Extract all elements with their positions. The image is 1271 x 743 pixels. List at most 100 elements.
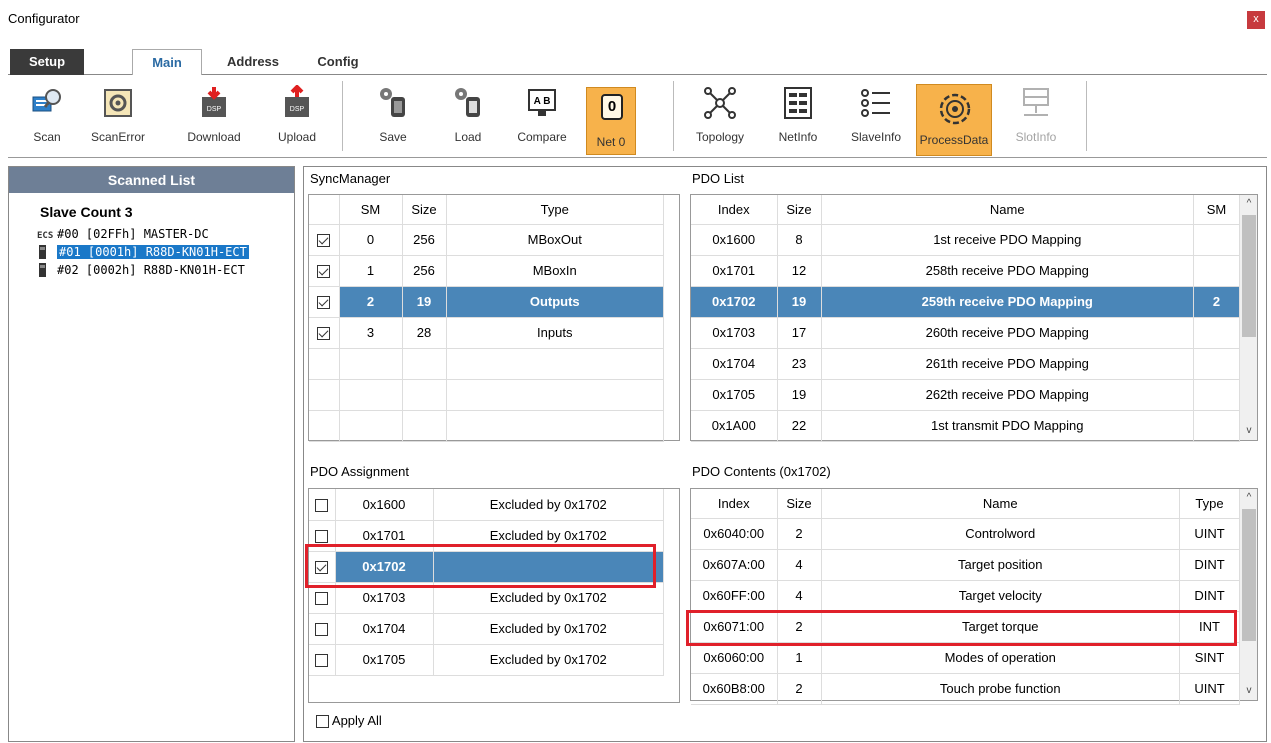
drive-icon (37, 245, 51, 259)
sm-checkbox[interactable] (317, 296, 331, 310)
empty-row (309, 379, 664, 411)
column-header: Size (402, 195, 447, 225)
index-cell: 0x1600 (335, 489, 434, 521)
tree-item-master[interactable]: ECS #00 [02FFh] MASTER-DC (33, 225, 249, 243)
size-cell: 17 (777, 317, 822, 349)
netinfo-button[interactable]: NetInfo (768, 79, 828, 151)
download-button[interactable]: DSP Download (174, 79, 254, 151)
slotinfo-icon (1023, 88, 1049, 116)
slaveinfo-button[interactable]: SlaveInfo (841, 79, 911, 151)
scan-button[interactable]: Scan (24, 79, 70, 151)
column-header: Index (691, 195, 778, 225)
name-cell: 1st receive PDO Mapping (821, 224, 1194, 256)
pdo-assignment-grid: 0x1600 Excluded by 0x1702 0x1701 Excluded … (308, 488, 680, 703)
index-cell: 0x1704 (691, 348, 778, 380)
table-row[interactable]: 0x6040:00 2 Controlword UINT (691, 518, 1240, 550)
table-row[interactable]: 0x1A00 22 1st transmit PDO Mapping (691, 410, 1240, 442)
close-button[interactable]: x (1247, 11, 1265, 29)
index-cell: 0x1703 (691, 317, 778, 349)
sm-checkbox[interactable] (317, 234, 331, 248)
empty-row (309, 348, 664, 380)
size-cell: 2 (777, 518, 822, 550)
assign-checkbox[interactable] (315, 530, 329, 544)
table-header: SM Size Type (309, 195, 664, 225)
assign-checkbox[interactable] (315, 623, 329, 637)
table-row[interactable]: 0x607A:00 4 Target position DINT (691, 549, 1240, 581)
size-cell: 28 (402, 317, 447, 349)
scroll-thumb[interactable] (1242, 215, 1256, 337)
tab-address[interactable]: Address (213, 49, 293, 75)
upload-button[interactable]: DSP Upload (264, 79, 330, 151)
table-row[interactable]: 0x1600 Excluded by 0x1702 (309, 489, 664, 521)
apply-all-checkbox[interactable]: Apply All (316, 713, 382, 729)
net-selector-button[interactable]: 0 Net 0 (586, 87, 636, 155)
pdo-contents-scrollbar[interactable]: ^ v (1239, 489, 1257, 700)
size-cell: 8 (777, 224, 822, 256)
scroll-up-icon[interactable]: ^ (1240, 195, 1258, 213)
table-row-selected[interactable]: 2 19 Outputs (309, 286, 664, 318)
type-cell: UINT (1179, 673, 1240, 705)
download-dsp-badge: DSP (207, 106, 222, 113)
save-button[interactable]: Save (363, 79, 423, 151)
table-row[interactable]: 0x60B8:00 2 Touch probe function UINT (691, 673, 1240, 705)
sm-checkbox[interactable] (317, 265, 331, 279)
type-cell: UINT (1179, 518, 1240, 550)
name-cell: Target position (821, 549, 1180, 581)
type-cell: MBoxIn (446, 255, 664, 287)
table-row[interactable]: 0x1701 12 258th receive PDO Mapping (691, 255, 1240, 287)
tab-main[interactable]: Main (132, 49, 202, 75)
sm-cell (1193, 410, 1240, 442)
title-bar: Configurator x (0, 0, 1271, 38)
topology-button[interactable]: Topology (688, 79, 752, 151)
table-row[interactable]: 0x1705 Excluded by 0x1702 (309, 644, 664, 676)
processdata-button[interactable]: ProcessData (916, 84, 992, 156)
compare-button[interactable]: A B Compare (502, 79, 582, 151)
column-header: Name (821, 195, 1194, 225)
ribbon-tabs: Setup Main Address Config (8, 47, 1267, 75)
apply-all-box[interactable] (316, 715, 329, 729)
table-row[interactable]: 1 256 MBoxIn (309, 255, 664, 287)
tree-item-slave-02[interactable]: #02 [0002h] R88D-KN01H-ECT (33, 261, 249, 279)
index-cell: 0x6060:00 (691, 642, 778, 674)
slave-tree: ECS #00 [02FFh] MASTER-DC #01 [0001h] R8… (33, 225, 249, 279)
scroll-up-icon[interactable]: ^ (1240, 489, 1258, 507)
table-row[interactable]: 3 28 Inputs (309, 317, 664, 349)
index-cell: 0x607A:00 (691, 549, 778, 581)
tab-setup[interactable]: Setup (10, 49, 84, 75)
column-header: Size (777, 489, 822, 519)
slotinfo-button[interactable]: SlotInfo (1003, 79, 1069, 151)
table-row[interactable]: 0 256 MBoxOut (309, 224, 664, 256)
table-row[interactable]: 0x1704 23 261th receive PDO Mapping (691, 348, 1240, 380)
table-row[interactable]: 0x1600 8 1st receive PDO Mapping (691, 224, 1240, 256)
name-cell: Controlword (821, 518, 1180, 550)
assign-checkbox[interactable] (315, 498, 329, 512)
scan-error-button[interactable]: ScanError (78, 79, 158, 151)
assign-checkbox[interactable] (315, 654, 329, 668)
upload-dsp-badge: DSP (290, 106, 305, 113)
sm-checkbox[interactable] (317, 327, 331, 341)
scroll-down-icon[interactable]: v (1240, 422, 1258, 440)
table-row[interactable]: 0x1703 17 260th receive PDO Mapping (691, 317, 1240, 349)
index-cell: 0x60B8:00 (691, 673, 778, 705)
table-row[interactable]: 0x1705 19 262th receive PDO Mapping (691, 379, 1240, 411)
processdata-label: ProcessData (919, 133, 989, 147)
load-button[interactable]: Load (438, 79, 498, 151)
netinfo-icon (784, 87, 812, 119)
tree-item-slave-01[interactable]: #01 [0001h] R88D-KN01H-ECT (33, 243, 249, 261)
scroll-thumb[interactable] (1242, 509, 1256, 641)
syncmanager-grid: SM Size Type 0 256 MBoxOut 1 256 MBoxIn … (308, 194, 680, 442)
tree-item-label: #00 [02FFh] MASTER-DC (57, 227, 209, 241)
tab-config[interactable]: Config (303, 49, 373, 75)
tab-main-label: Main (152, 55, 182, 70)
table-row-selected[interactable]: 0x1702 19 259th receive PDO Mapping 2 (691, 286, 1240, 318)
scroll-down-icon[interactable]: v (1240, 682, 1258, 700)
table-row[interactable]: 0x1704 Excluded by 0x1702 (309, 613, 664, 645)
table-row[interactable]: 0x60FF:00 4 Target velocity DINT (691, 580, 1240, 612)
size-cell: 256 (402, 255, 447, 287)
table-row[interactable]: 0x6060:00 1 Modes of operation SINT (691, 642, 1240, 674)
highlight-box (305, 544, 656, 588)
assign-checkbox[interactable] (315, 592, 329, 606)
pdo-list-scrollbar[interactable]: ^ v (1239, 195, 1257, 440)
master-icon: ECS (37, 231, 54, 241)
column-header: Name (821, 489, 1180, 519)
